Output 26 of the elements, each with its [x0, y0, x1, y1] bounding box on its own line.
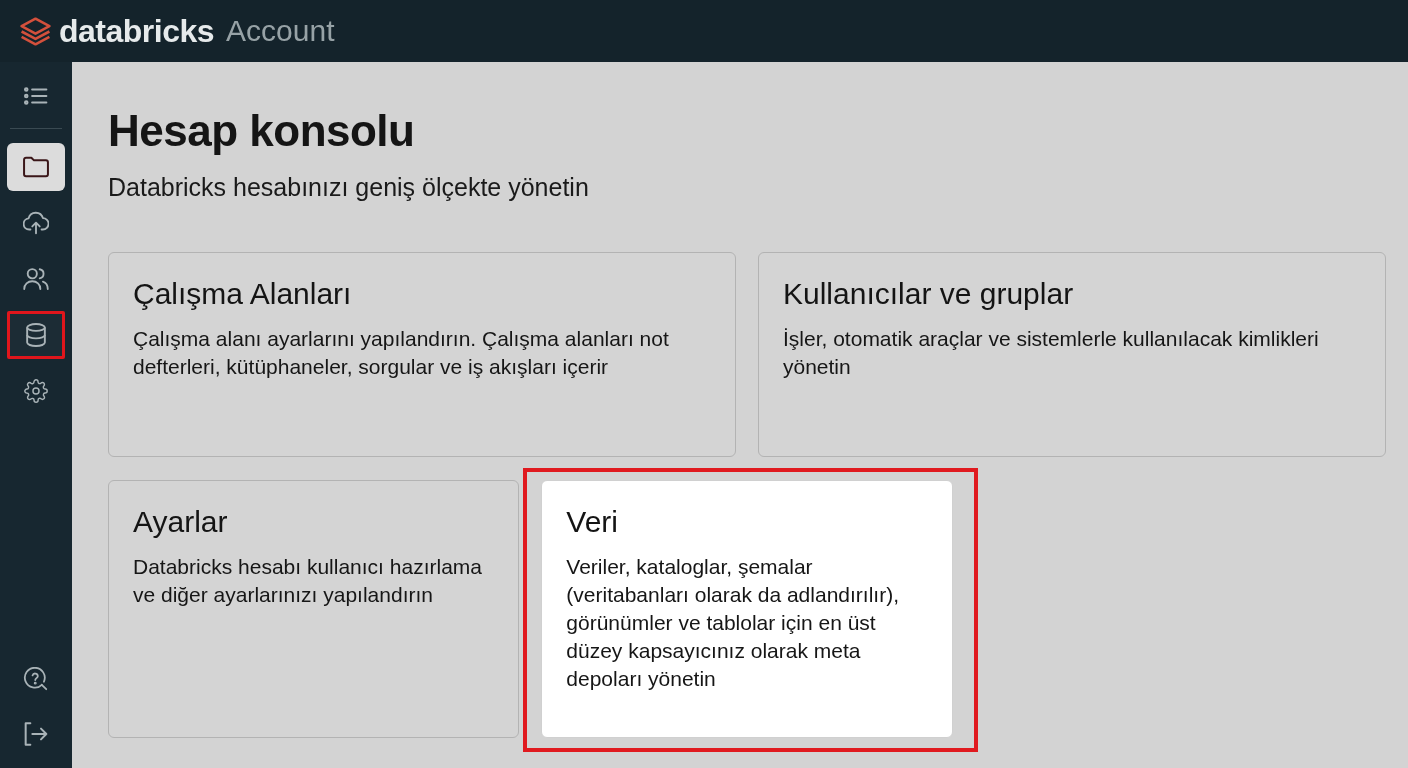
card-title: Kullanıcılar ve gruplar [783, 276, 1075, 312]
layers-logo-icon [20, 16, 51, 46]
help-icon [23, 667, 49, 691]
product-name: Account [226, 14, 335, 48]
page-subtitle: Databricks hesabınızı geniş ölçekte yönetin [108, 172, 590, 202]
console-card[interactable]: Ayarlar Databricks hesabı kullanıcı hazırlama ve diğer ayarlarınızı yapılandırın [108, 480, 520, 738]
gear-icon [23, 379, 49, 403]
card-description: Çalışma alanı ayarlarını yapılandırın. Çalışma alanları not defterleri, kütüphaneler, sorgular ve iş akışları içerir [133, 326, 670, 380]
page-title: Hesap konsolu [108, 105, 416, 157]
console-card[interactable]: Kullanıcılar ve gruplar İşler, otomatik araçlar ve sistemlerle kullanılacak kimlikleri yönetin [758, 252, 1386, 457]
database-icon [23, 323, 49, 347]
brand-name: databricks [59, 12, 215, 50]
sidebar-item[interactable] [7, 143, 65, 191]
cloud-upload-icon [23, 211, 49, 235]
card-title: Veri [566, 504, 620, 540]
logout-icon [23, 722, 49, 746]
card-title: Çalışma Alanları [133, 276, 353, 312]
card-description: Veriler, kataloglar, şemalar (veritabanları olarak da adlandırılır), görünümler ve tablolar için en üst düzey kapsayıcınız olarak meta depoları yönetin [566, 554, 900, 692]
folder-icon [23, 155, 49, 179]
card-title: Ayarlar [133, 504, 229, 540]
list-icon [23, 84, 49, 108]
card-description: İşler, otomatik araçlar ve sistemlerle kullanılacak kimlikleri yönetin [783, 326, 1320, 380]
sidebar-item[interactable] [7, 311, 65, 359]
console-card[interactable]: Çalışma Alanları Çalışma alanı ayarlarını yapılandırın. Çalışma alanları not defterleri, kütüphaneler, sorgular ve iş akışları içerir [108, 252, 736, 457]
card-description: Databricks hesabı kullanıcı hazırlama ve diğer ayarlarınızı yapılandırın [133, 554, 483, 608]
users-icon [23, 267, 49, 291]
